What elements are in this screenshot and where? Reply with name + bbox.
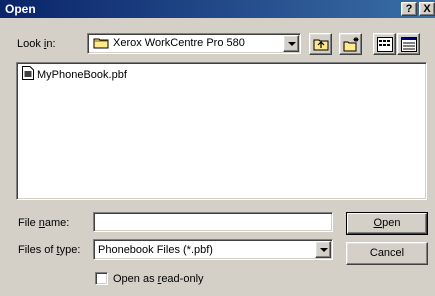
file-type-label: Files of type: — [18, 244, 81, 256]
file-list[interactable]: MyPhoneBook.pbf — [16, 62, 427, 200]
list-view-button[interactable] — [373, 33, 396, 55]
details-view-icon — [401, 37, 417, 52]
cancel-button[interactable]: Cancel — [346, 242, 428, 265]
up-folder-button[interactable] — [309, 33, 332, 55]
title-bar[interactable]: Open ? X — [0, 0, 435, 18]
help-button[interactable]: ? — [401, 2, 417, 16]
list-view-icon — [377, 37, 393, 52]
window-title: Open — [5, 2, 36, 16]
new-folder-icon — [343, 37, 359, 52]
open-button-label: Open — [373, 217, 401, 229]
list-item[interactable]: MyPhoneBook.pbf — [22, 66, 127, 81]
document-icon — [22, 66, 34, 80]
folder-icon — [93, 38, 109, 49]
look-in-dropdown-button[interactable] — [283, 35, 299, 52]
file-name-label: File name: — [18, 217, 70, 229]
read-only-checkbox[interactable] — [95, 272, 108, 285]
file-name: MyPhoneBook.pbf — [37, 69, 127, 81]
file-name-input[interactable] — [93, 212, 333, 232]
look-in-dropdown[interactable]: Xerox WorkCentre Pro 580 — [87, 33, 301, 54]
file-type-value: Phonebook Files (*.pbf) — [98, 244, 213, 256]
look-in-value: Xerox WorkCentre Pro 580 — [113, 37, 245, 49]
look-in-label: Look in: — [17, 38, 56, 50]
file-type-dropdown-button[interactable] — [315, 241, 331, 258]
read-only-label[interactable]: Open as read-only — [113, 273, 204, 285]
details-view-button[interactable] — [397, 33, 420, 55]
new-folder-button[interactable] — [339, 33, 362, 55]
open-button[interactable]: Open — [346, 212, 428, 235]
file-type-dropdown[interactable]: Phonebook Files (*.pbf) — [93, 239, 333, 260]
up-folder-icon — [313, 39, 329, 51]
close-button[interactable]: X — [419, 2, 435, 16]
